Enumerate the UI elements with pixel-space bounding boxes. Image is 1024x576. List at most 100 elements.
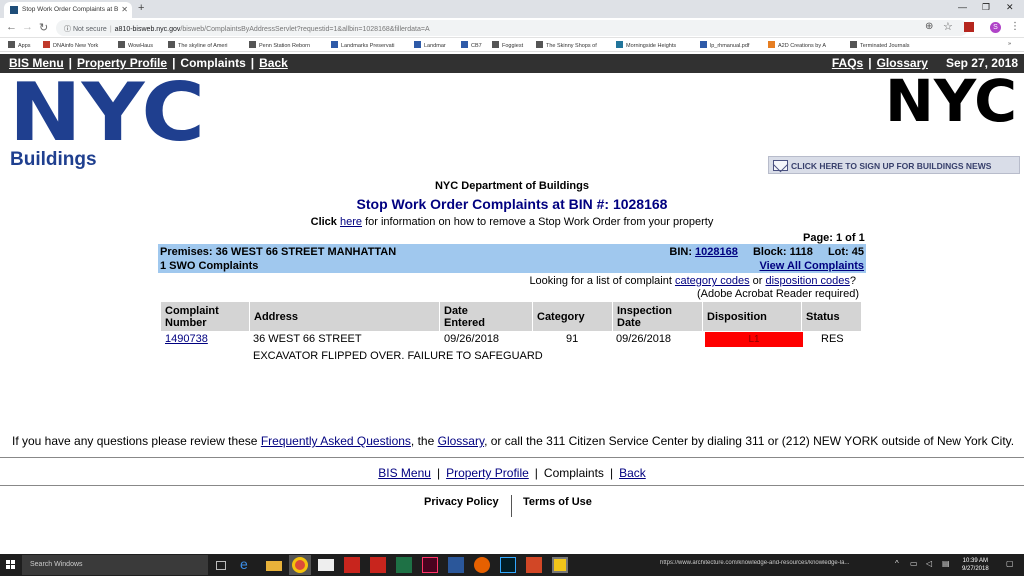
close-tab-icon[interactable]: ✕ [121,5,128,14]
task-view-icon[interactable] [216,561,226,570]
edge-icon[interactable]: e [240,556,256,572]
restore-icon[interactable]: ❐ [982,2,990,13]
terms-of-use-link[interactable]: Terms of Use [523,496,592,517]
swo-info-here-link[interactable]: here [340,216,362,228]
faqs-link[interactable]: FAQs [832,56,863,70]
category-codes-link[interactable]: category codes [675,275,750,287]
bookmark-favicon-icon [43,41,50,48]
complaint-description: EXCAVATOR FLIPPED OVER. FAILURE TO SAFEG… [253,350,543,362]
footer-back-link[interactable]: Back [619,466,646,480]
privacy-policy-link[interactable]: Privacy Policy [424,496,499,517]
photoshop-icon[interactable] [500,557,516,573]
bookmark-favicon-icon [850,41,857,48]
chrome-icon[interactable] [292,557,308,573]
footer-bis-menu-link[interactable]: BIS Menu [378,466,431,480]
disposition-codes-link[interactable]: disposition codes [765,275,849,287]
bookmark-item[interactable]: Foggiest [492,41,523,49]
browser-tab[interactable]: Stop Work Order Complaints at B ✕ [4,2,132,18]
bookmark-item[interactable]: lp_rhmanual.pdf [700,41,749,49]
firefox-icon[interactable] [474,557,490,573]
taskbar-search-input[interactable]: Search Windows [22,555,208,575]
acrobat-icon[interactable] [344,557,360,573]
system-clock[interactable]: 10:39 AM 9/27/2018 [962,557,989,573]
minimize-icon[interactable]: — [958,2,967,12]
bookmark-item[interactable]: WowHaus [118,41,153,49]
bis-menu-link[interactable]: BIS Menu [9,56,64,70]
nyc-logo[interactable]: NYC [885,67,1017,135]
bookmark-item[interactable]: Morningside Heights [616,41,676,49]
bin-link[interactable]: 1028168 [695,246,738,258]
zoom-icon[interactable]: ⊕ [925,21,933,32]
faq-link[interactable]: Frequently Asked Questions [261,434,411,448]
back-arrow-icon[interactable]: ← [6,21,17,33]
column-header-date-entered: Date Entered [440,302,532,331]
glossary-footer-link[interactable]: Glossary [438,434,484,448]
bookmark-item[interactable]: Terminated Journals [850,41,910,49]
bin-label: BIN: [669,246,692,258]
lot-value: Lot: 45 [827,246,864,258]
swo-info-line: Click here for information on how to rem… [0,216,1024,228]
forward-arrow-icon[interactable]: → [22,21,33,33]
nav-separator: | [172,56,176,70]
bookmark-favicon-icon [118,41,125,48]
glossary-link[interactable]: Glossary [877,56,928,70]
clock-date: 9/27/2018 [962,566,989,572]
department-name: NYC Department of Buildings [434,180,589,192]
property-profile-link[interactable]: Property Profile [77,56,167,70]
bookmark-item[interactable]: Penn Station Reborn [249,41,310,49]
bookmark-item[interactable]: DNAinfo New York [43,41,98,49]
nav-separator: | [250,56,255,70]
excel-icon[interactable] [396,557,412,573]
url-input[interactable]: ⓘ Not secure | a810-bisweb.nyc.gov/bisweb/… [56,20,968,36]
profile-avatar[interactable]: S [990,22,1001,33]
pdf-extension-icon[interactable] [964,22,974,32]
network-icon[interactable]: ▭ [910,559,918,568]
tray-chevron-icon[interactable]: ^ [895,559,899,568]
keyboard-icon[interactable]: ▤ [942,559,950,568]
bookmark-item[interactable]: CB7 [461,41,482,49]
app-icon[interactable] [552,557,568,573]
bookmark-favicon-icon [492,41,499,48]
bookmark-item[interactable]: Landmarks Preservati [331,41,395,49]
bookmark-item[interactable]: The skyline of Ameri [168,41,228,49]
volume-icon[interactable]: ◁ [926,559,932,568]
premises-address: Premises: 36 WEST 66 STREET MANHATTAN [160,246,397,258]
bookmark-favicon-icon [414,41,421,48]
bookmark-star-icon[interactable]: ☆ [943,20,953,33]
close-window-icon[interactable]: ✕ [1006,2,1014,13]
complaint-number-link[interactable]: 1490738 [165,333,208,345]
view-all-complaints-link[interactable]: View All Complaints [759,260,864,272]
footer-link-divider [511,495,512,517]
nav-separator: | [609,466,614,480]
access-icon[interactable] [370,557,386,573]
browser-menu-icon[interactable]: ⋮ [1010,21,1020,32]
bookmark-item[interactable]: Landmar [414,41,446,49]
footer-property-profile-link[interactable]: Property Profile [446,466,529,480]
back-link[interactable]: Back [259,56,288,70]
date-entered: 09/26/2018 [444,333,500,345]
help-text: If you have any questions please review … [12,434,1015,448]
bookmark-item[interactable]: A2D Creations by A [768,41,826,49]
powerpoint-icon[interactable] [526,557,542,573]
status-url: https://www.architecture.com/knowledge-a… [660,560,850,566]
footer-complaints-label: Complaints [543,466,604,480]
buildings-news-signup-button[interactable]: CLICK HERE TO SIGN UP FOR BUILDINGS NEWS [768,156,1020,174]
nav-separator: | [68,56,73,70]
bookmark-item[interactable]: Apps [8,41,31,49]
divider [0,457,1024,458]
indesign-icon[interactable] [422,557,438,573]
nyc-buildings-logo[interactable]: NYC [9,66,205,159]
new-tab-button[interactable]: + [138,2,144,14]
apps-grid-icon [8,41,15,48]
column-header-status: Status [802,302,861,331]
more-bookmarks-icon[interactable]: » [1008,41,1011,47]
notifications-icon[interactable]: ▢ [1006,559,1014,568]
bookmark-favicon-icon [700,41,707,48]
bookmark-item[interactable]: The Skinny Shops of [536,41,597,49]
word-icon[interactable] [448,557,464,573]
store-icon[interactable] [318,559,334,571]
envelope-icon [773,160,788,171]
windows-start-icon[interactable] [6,560,16,570]
file-explorer-icon[interactable] [266,561,282,571]
reload-icon[interactable]: ↻ [39,21,48,34]
